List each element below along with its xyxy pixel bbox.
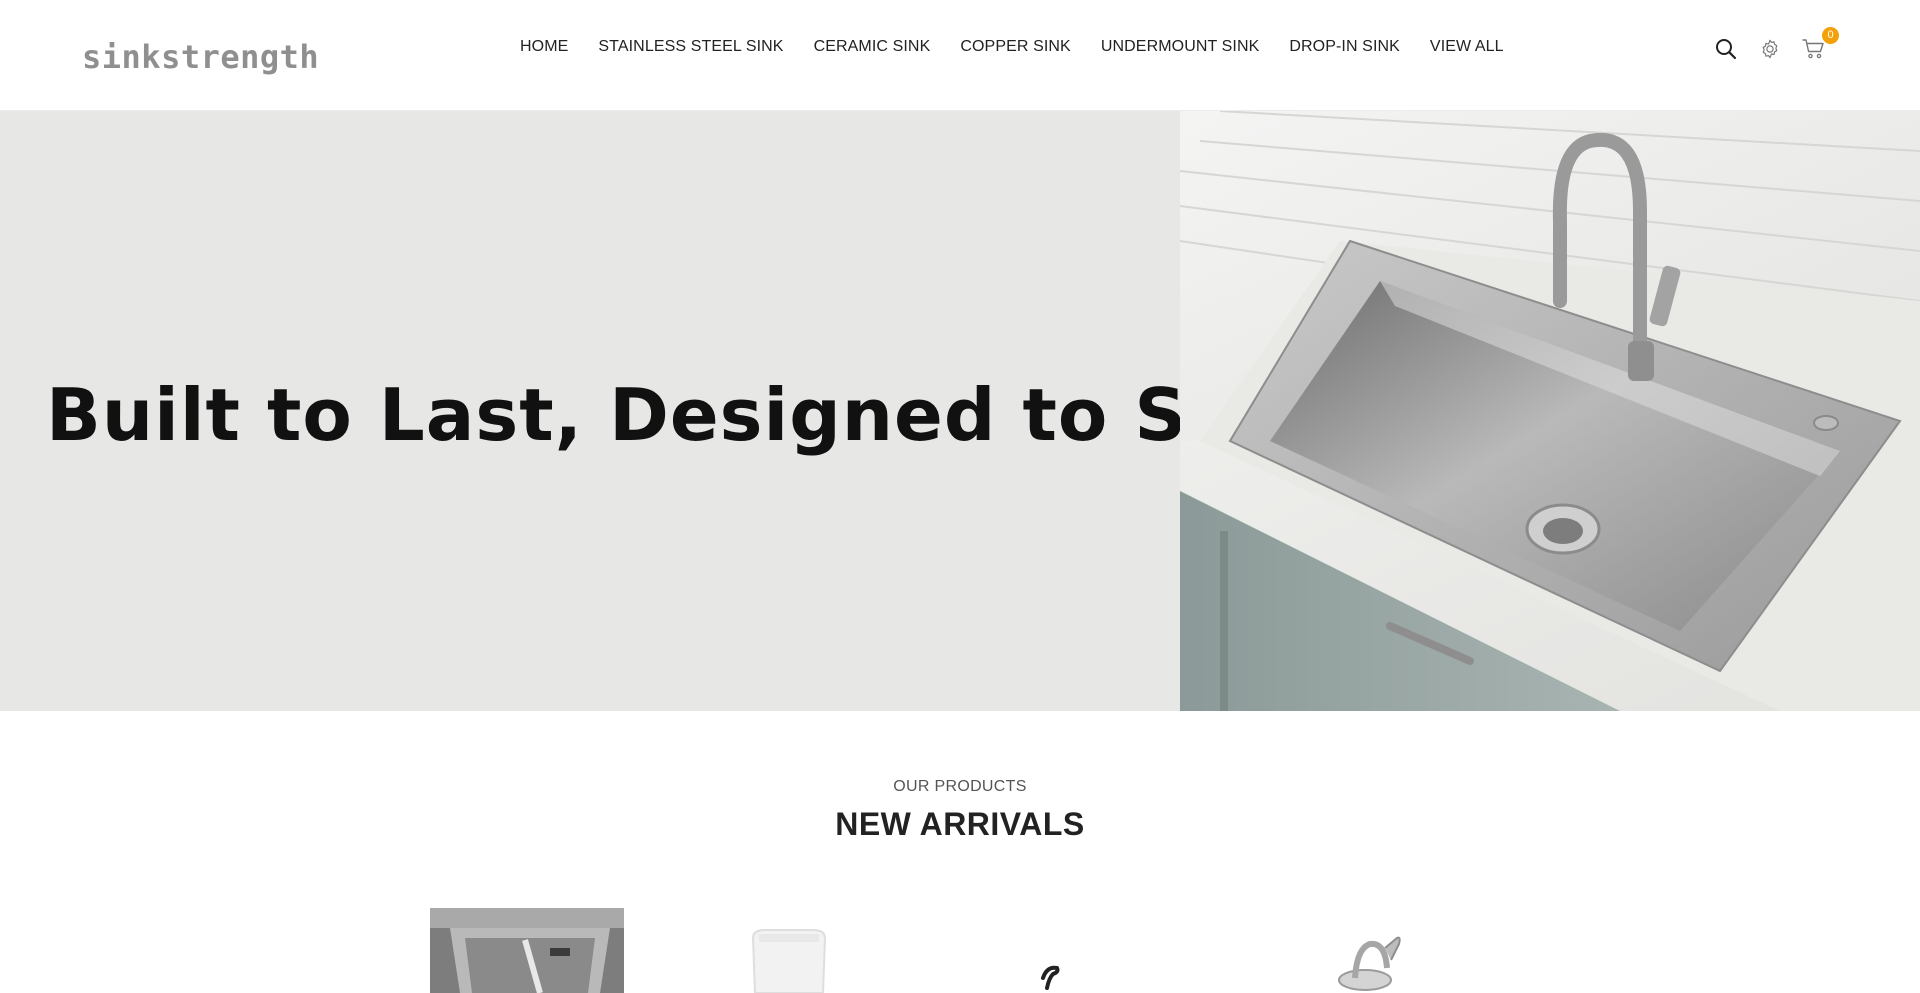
hero-banner: Built to Last, Designed to Shine.	[0, 111, 1920, 711]
cart-icon[interactable]: 0	[1801, 27, 1839, 62]
nav-item-home[interactable]: HOME	[520, 38, 568, 56]
cart-count-badge: 0	[1822, 27, 1839, 44]
nav-item-view-all[interactable]: VIEW ALL	[1430, 38, 1504, 56]
hero-sink-image	[1180, 111, 1920, 711]
search-icon[interactable]	[1713, 36, 1739, 62]
product-card-image[interactable]	[430, 908, 624, 993]
main-nav: HOME STAINLESS STEEL SINK CERAMIC SINK C…	[520, 38, 1504, 56]
gear-icon[interactable]	[1757, 36, 1783, 62]
nav-item-stainless-steel-sink[interactable]: STAINLESS STEEL SINK	[598, 38, 783, 56]
header-actions: 0	[1713, 27, 1839, 62]
product-card-image[interactable]	[955, 908, 1149, 993]
nav-item-copper-sink[interactable]: COPPER SINK	[960, 38, 1070, 56]
site-logo[interactable]: sinkstrength	[82, 38, 319, 76]
section-eyebrow: OUR PRODUCTS	[893, 778, 1027, 795]
product-card-image[interactable]	[1275, 908, 1469, 993]
nav-item-drop-in-sink[interactable]: DROP-IN SINK	[1289, 38, 1400, 56]
product-card-image[interactable]	[695, 908, 889, 993]
nav-item-ceramic-sink[interactable]: CERAMIC SINK	[814, 38, 931, 56]
nav-item-undermount-sink[interactable]: UNDERMOUNT SINK	[1101, 38, 1260, 56]
section-title: NEW ARRIVALS	[835, 806, 1085, 842]
site-header: sinkstrength HOME STAINLESS STEEL SINK C…	[0, 0, 1920, 111]
